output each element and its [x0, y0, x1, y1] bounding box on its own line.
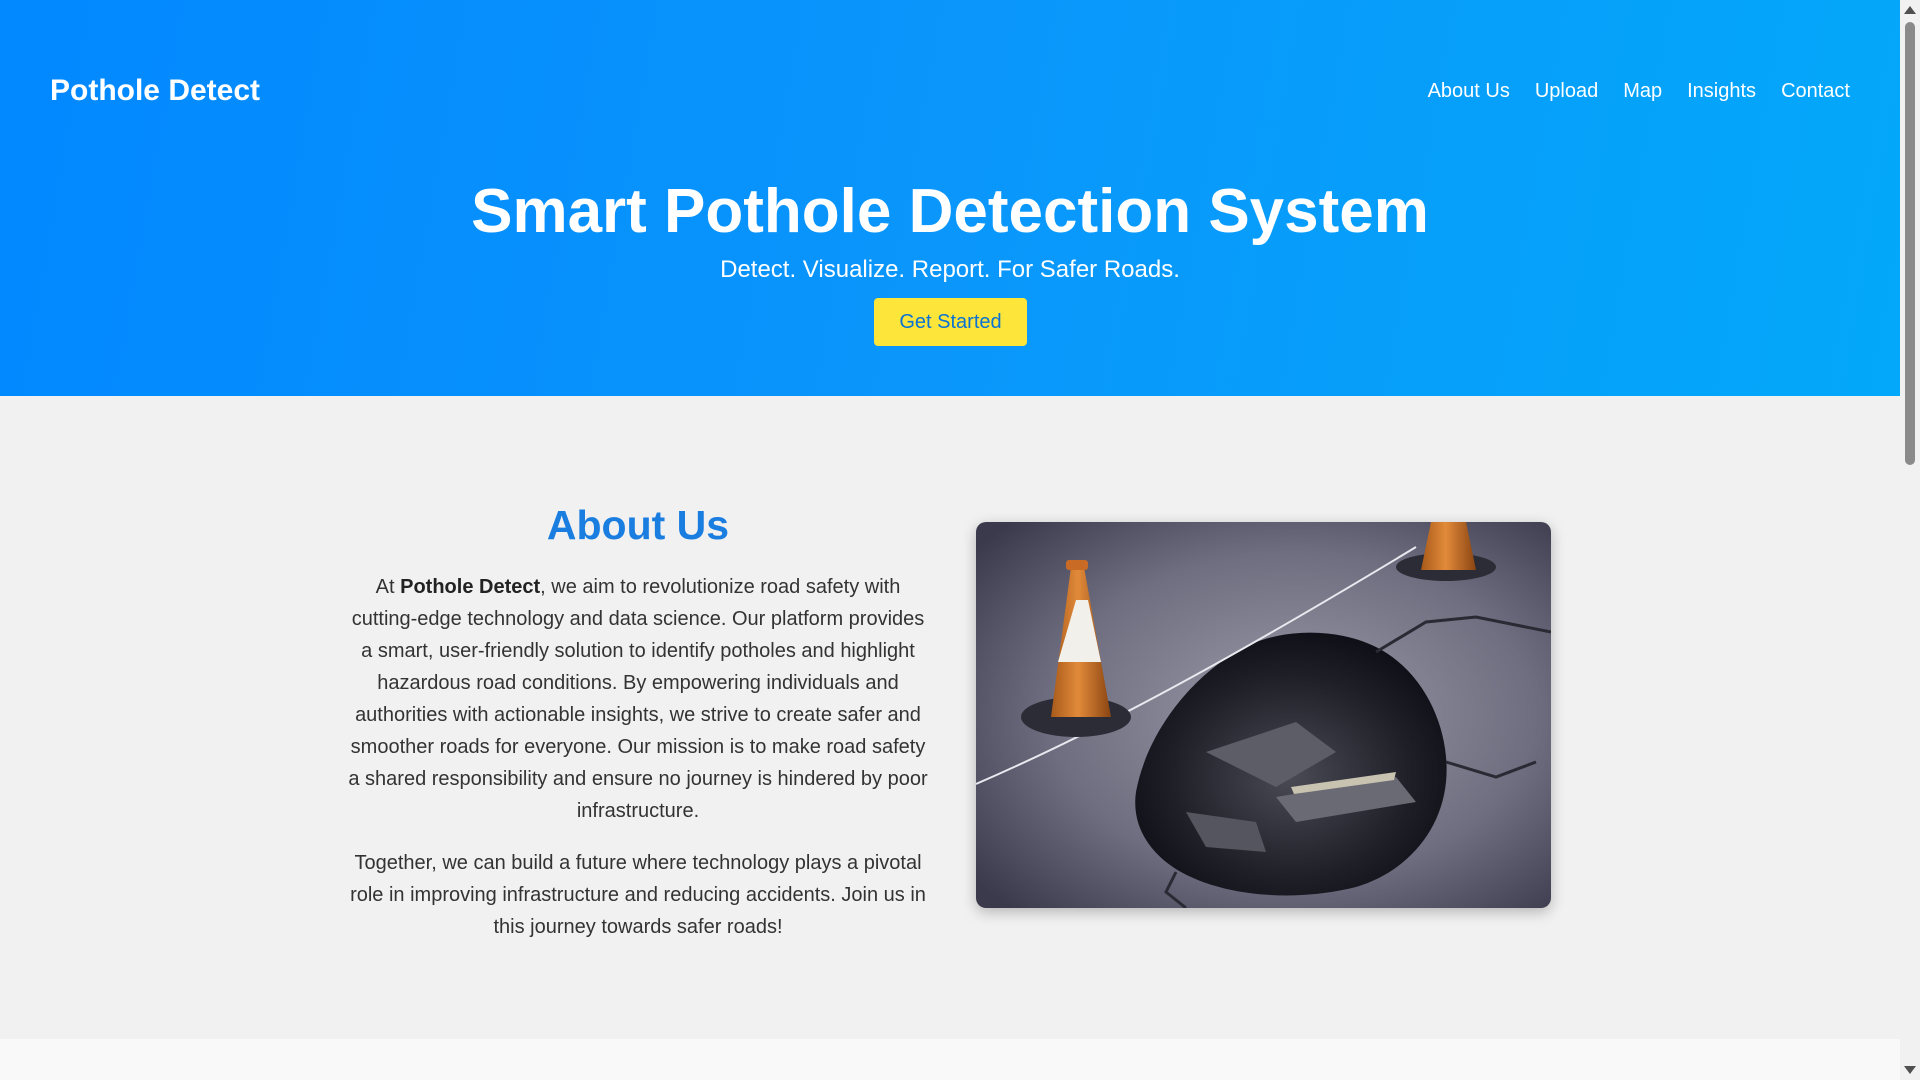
hero-title: Smart Pothole Detection System	[471, 177, 1429, 246]
scrollbar-thumb[interactable]	[1905, 22, 1915, 465]
main-nav: About Us Upload Map Insights Contact	[1428, 80, 1850, 103]
pothole-photo	[976, 522, 1551, 908]
next-section	[0, 1039, 1900, 1080]
scroll-down-arrow-icon[interactable]	[1904, 1066, 1916, 1074]
nav-upload[interactable]: Upload	[1535, 80, 1598, 103]
about-title: About Us	[546, 502, 730, 548]
about-p1-prefix: At	[375, 576, 401, 598]
vertical-scrollbar[interactable]	[1900, 0, 1920, 1080]
about-paragraph-2: Together, we can build a future where te…	[350, 852, 926, 938]
nav-insights[interactable]: Insights	[1687, 80, 1756, 103]
get-started-button[interactable]: Get Started	[874, 298, 1027, 346]
hero-section: Pothole Detect About Us Upload Map Insig…	[0, 0, 1900, 396]
scroll-up-arrow-icon[interactable]	[1904, 6, 1916, 14]
about-text-block: About Us At Pothole Detect, we aim to re…	[348, 502, 928, 963]
about-p1-brand: Pothole Detect	[400, 576, 541, 598]
about-p1-rest: , we aim to revolutionize road safety wi…	[348, 576, 928, 822]
nav-map[interactable]: Map	[1623, 80, 1662, 103]
hero-subtitle: Detect. Visualize. Report. For Safer Roa…	[720, 256, 1180, 283]
nav-about-us[interactable]: About Us	[1428, 80, 1510, 103]
page: Pothole Detect About Us Upload Map Insig…	[0, 0, 1900, 1080]
brand-logo-text[interactable]: Pothole Detect	[50, 74, 260, 108]
about-paragraph-1: At Pothole Detect, we aim to revolutioni…	[348, 571, 928, 827]
nav-contact[interactable]: Contact	[1781, 80, 1850, 103]
about-section: About Us At Pothole Detect, we aim to re…	[0, 396, 1900, 1039]
